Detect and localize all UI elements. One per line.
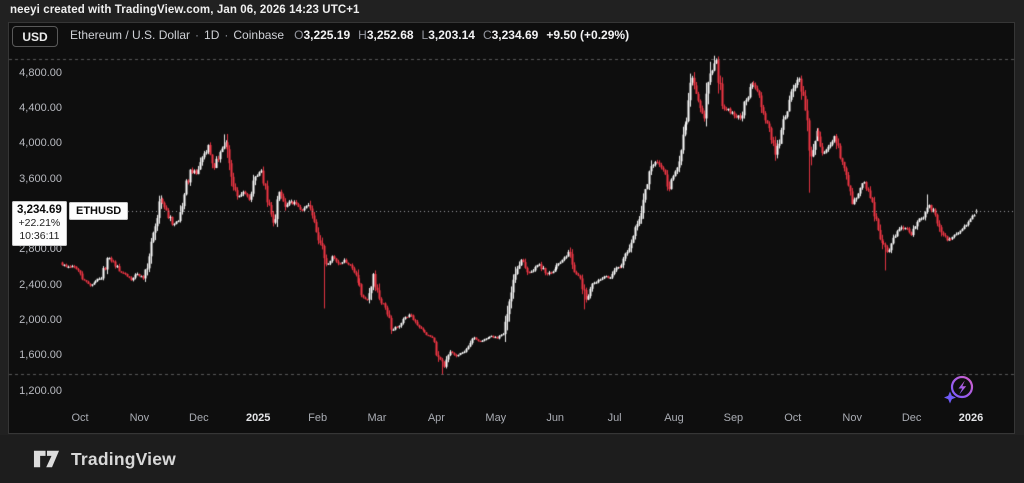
tradingview-snapshot: neeyi created with TradingView.com, Jan … bbox=[0, 0, 1024, 483]
price-tick-label: 1,200.00 bbox=[19, 384, 62, 397]
ohlc-values: O3,225.19 H3,252.68 L3,203.14 C3,234.69 bbox=[294, 28, 546, 42]
time-tick-label: Apr bbox=[427, 412, 445, 424]
ohlc-C: C3,234.69 bbox=[482, 28, 539, 42]
legend-separator: · bbox=[195, 28, 200, 42]
candlestick-chart[interactable] bbox=[0, 0, 1024, 483]
time-tick-label: Oct bbox=[71, 412, 89, 424]
footer-bar: TradingView bbox=[0, 435, 1024, 483]
time-tick-label: Dec bbox=[901, 412, 922, 424]
ohlc-H: H3,252.68 bbox=[358, 28, 414, 42]
time-tick-label: 2026 bbox=[958, 412, 984, 424]
time-tick-label: 2025 bbox=[245, 412, 271, 424]
time-tick-label: Mar bbox=[367, 412, 387, 424]
legend-separator: · bbox=[224, 28, 229, 42]
symbol-title[interactable]: Ethereum / U.S. Dollar bbox=[70, 28, 190, 42]
price-tick-label: 2,000.00 bbox=[19, 313, 62, 326]
price-tick-label: 4,400.00 bbox=[19, 101, 62, 114]
bar-countdown: 10:36:11 bbox=[19, 229, 60, 242]
time-tick-label: Jun bbox=[546, 412, 565, 424]
symbol-price-tag: ETHUSD bbox=[69, 201, 129, 220]
time-tick-label: Nov bbox=[129, 412, 150, 424]
price-tick-label: 4,800.00 bbox=[19, 66, 62, 79]
last-price-value: 3,234.69 bbox=[17, 203, 62, 216]
time-tick-label: Sep bbox=[723, 412, 744, 424]
change-label: +9.50 (+0.29%) bbox=[546, 28, 630, 42]
currency-toggle-button[interactable]: USD bbox=[12, 26, 58, 47]
last-price-label: 3,234.69 +22.21% 10:36:11 bbox=[12, 200, 67, 246]
time-tick-label: Nov bbox=[842, 412, 862, 424]
tradingview-logo[interactable]: TradingView bbox=[33, 449, 176, 470]
ohlc-O: O3,225.19 bbox=[294, 28, 351, 42]
tradingview-wordmark: TradingView bbox=[71, 448, 176, 469]
time-tick-label: Oct bbox=[784, 412, 802, 424]
lightning-boost-icon[interactable] bbox=[938, 371, 978, 405]
time-tick-label: Jul bbox=[607, 412, 622, 424]
time-tick-label: Dec bbox=[189, 412, 209, 424]
time-tick-label: May bbox=[485, 412, 507, 424]
time-tick-label: Feb bbox=[308, 412, 328, 424]
price-tick-label: 4,000.00 bbox=[19, 137, 62, 150]
price-tick-label: 1,600.00 bbox=[19, 349, 62, 362]
exchange-label: Coinbase bbox=[233, 28, 285, 42]
tradingview-logo-icon bbox=[33, 450, 60, 468]
last-price-change-percent: +22.21% bbox=[18, 216, 61, 229]
price-tick-label: 2,400.00 bbox=[19, 278, 62, 291]
time-tick-label: Aug bbox=[664, 412, 684, 424]
price-tick-label: 3,600.00 bbox=[19, 172, 62, 185]
ohlc-L: L3,203.14 bbox=[421, 28, 475, 42]
interval-label[interactable]: 1D bbox=[204, 28, 219, 42]
